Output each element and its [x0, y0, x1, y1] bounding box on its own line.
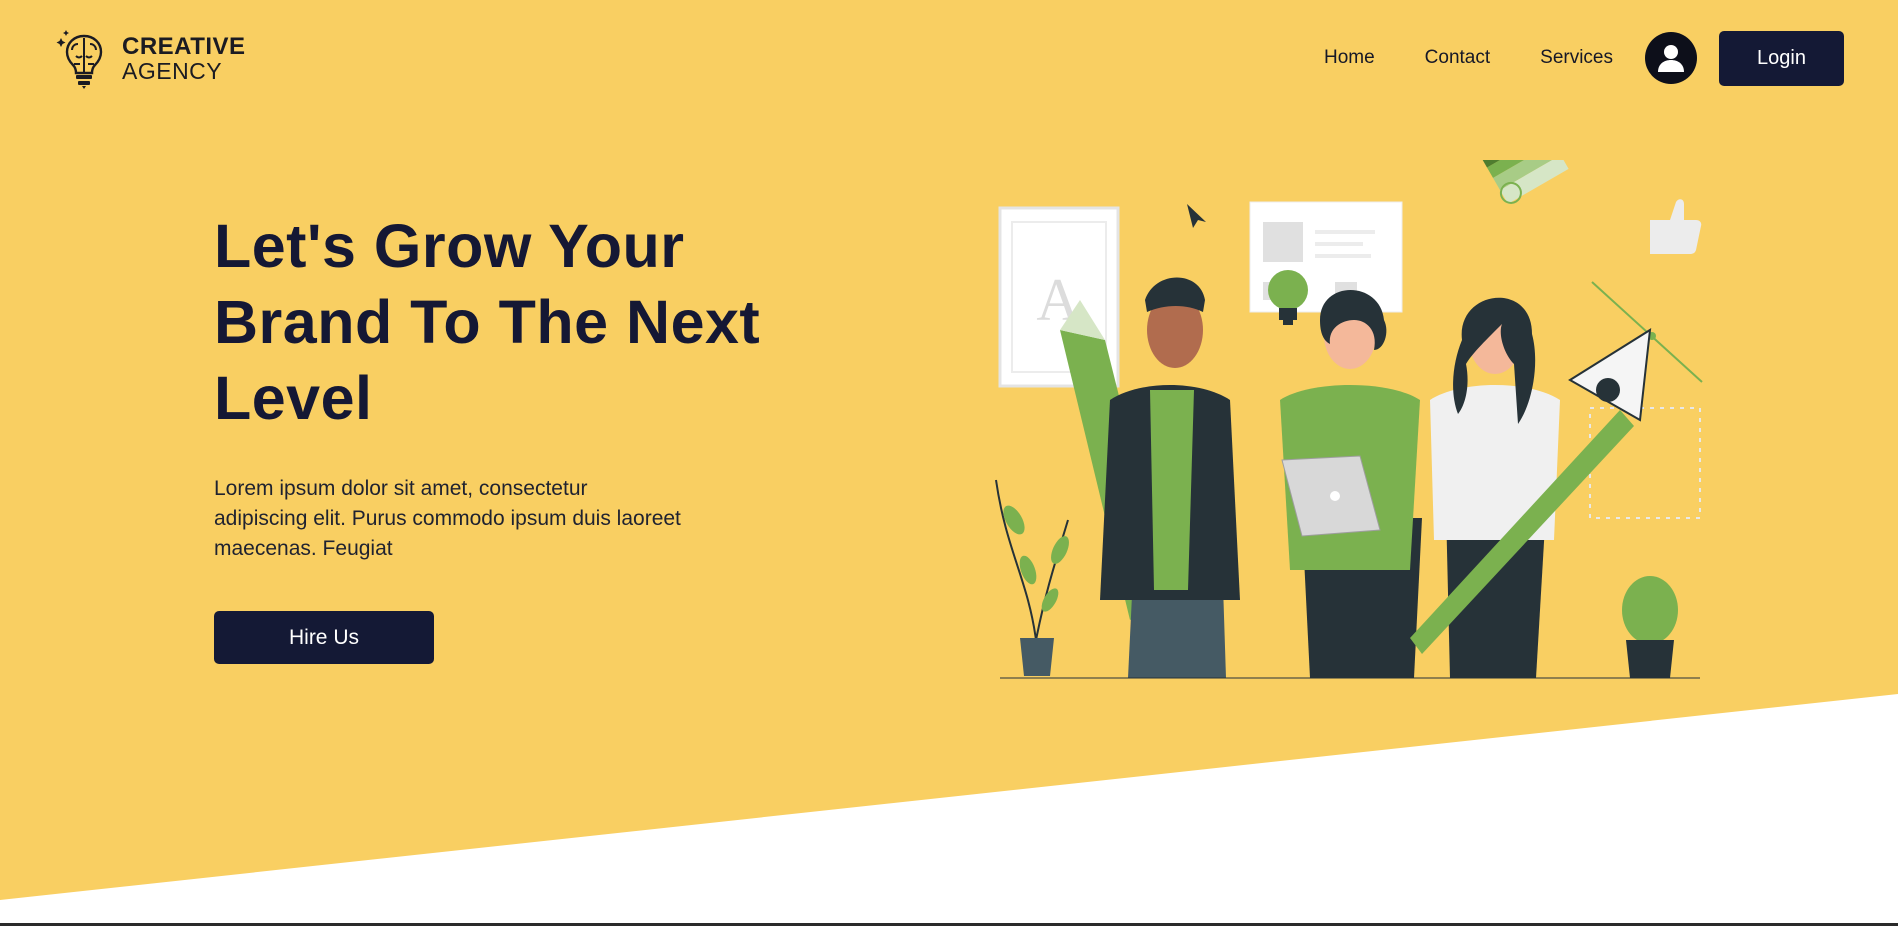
woman-laptop-illustration	[1280, 290, 1422, 678]
plant-illustration	[995, 479, 1069, 676]
brand-logo[interactable]: CREATIVE AGENCY	[56, 28, 246, 90]
lightbulb-icon	[1268, 270, 1308, 325]
hero-title: Let's Grow Your Brand To The Next Level	[214, 212, 761, 432]
nav-link-contact[interactable]: Contact	[1425, 47, 1490, 69]
nav-link-home[interactable]: Home	[1324, 47, 1375, 69]
brain-bulb-icon	[56, 30, 103, 89]
woman-pen-illustration	[1410, 297, 1652, 678]
hire-us-button[interactable]: Hire Us	[214, 611, 434, 664]
login-button[interactable]: Login	[1719, 30, 1844, 86]
user-icon	[1658, 45, 1684, 72]
thumbs-up-icon	[1650, 199, 1702, 254]
user-avatar-button[interactable]	[1645, 32, 1697, 84]
nav-link-services[interactable]: Services	[1540, 47, 1613, 69]
brand-name: CREATIVE AGENCY	[122, 34, 246, 84]
cactus-illustration	[1622, 576, 1678, 678]
team-illustration: A	[995, 160, 1703, 679]
color-swatch-icon	[1482, 160, 1569, 204]
cursor-icon	[1187, 204, 1206, 228]
man-illustration	[1100, 277, 1240, 678]
brand-name-line1: CREATIVE	[122, 33, 246, 60]
brand-name-line2: AGENCY	[122, 58, 223, 84]
hero-description: Lorem ipsum dolor sit amet, consectetur …	[214, 477, 681, 560]
top-nav: Home Contact Services Login	[1324, 30, 1844, 86]
